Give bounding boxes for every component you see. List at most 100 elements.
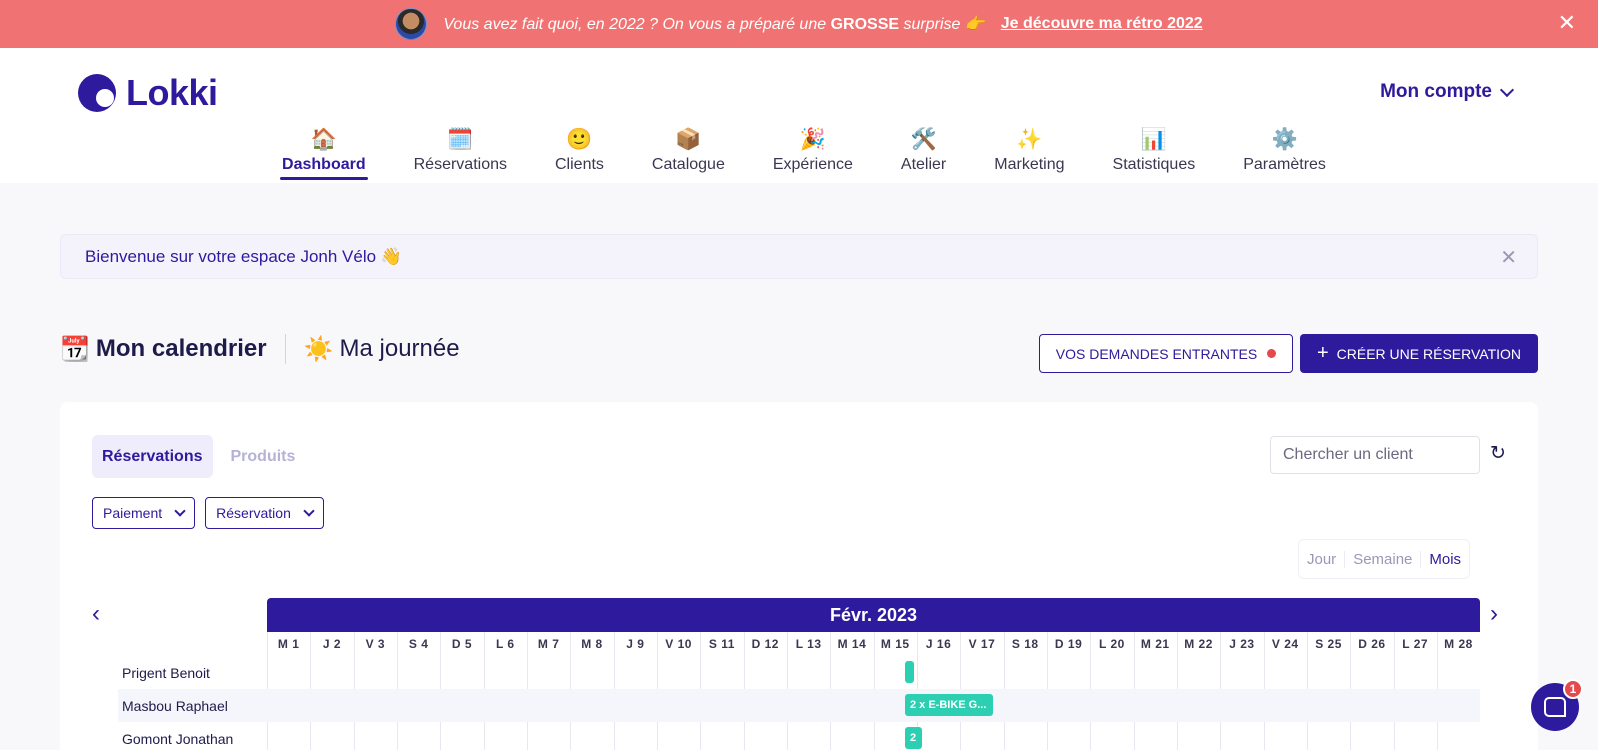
- day-header: M 1: [277, 637, 300, 651]
- client-name[interactable]: Masbou Raphael: [118, 698, 267, 714]
- sparkles-icon: ✨: [1016, 128, 1043, 151]
- create-reservation-button[interactable]: + CRÉER UNE RÉSERVATION: [1300, 334, 1538, 373]
- table-row: Prigent Benoit: [118, 656, 1480, 689]
- nav-item-reservations[interactable]: 🗓️ Réservations: [390, 126, 531, 174]
- reservation-event[interactable]: 2 x E-BIKE G...: [905, 694, 993, 716]
- nav-label: Catalogue: [651, 156, 725, 173]
- chevron-down-icon: [303, 505, 315, 517]
- day-header: L 13: [795, 637, 822, 651]
- page-title: 📆 Mon calendrier: [60, 335, 267, 363]
- nav-item-atelier[interactable]: 🛠️ Atelier: [877, 126, 970, 174]
- party-popper-icon: 🎉: [799, 128, 826, 151]
- chat-badge: 1: [1563, 679, 1583, 699]
- logo-mark-icon: [78, 74, 116, 112]
- tab-products[interactable]: Produits: [221, 435, 306, 478]
- nav-item-statistiques[interactable]: 📊 Statistiques: [1089, 126, 1220, 174]
- table-row: Masbou Raphael 2 x E-BIKE G...: [118, 689, 1480, 722]
- divider: [284, 334, 286, 364]
- welcome-text: Bienvenue sur votre espace Jonh Vélo 👋: [85, 246, 402, 266]
- chevron-down-icon: [174, 505, 186, 517]
- day-header: S 18: [1011, 637, 1039, 651]
- day-header: V 3: [365, 637, 386, 651]
- chevron-right-icon[interactable]: ›: [1490, 600, 1498, 628]
- day-header: V 24: [1271, 637, 1299, 651]
- refresh-icon[interactable]: ↻: [1490, 442, 1506, 465]
- day-header: D 26: [1358, 637, 1386, 651]
- reservation-event[interactable]: [905, 661, 914, 683]
- promo-banner: Vous avez fait quoi, en 2022 ? On vous a…: [0, 0, 1598, 48]
- day-header: D 5: [451, 637, 473, 651]
- payment-filter-dropdown[interactable]: Paiement: [92, 497, 196, 529]
- reservation-filter-dropdown[interactable]: Réservation: [205, 497, 324, 529]
- nav-item-clients[interactable]: 🙂 Clients: [531, 126, 628, 174]
- chat-launcher-button[interactable]: 1: [1531, 679, 1583, 731]
- logo[interactable]: Lokki: [78, 72, 218, 114]
- chevron-left-icon[interactable]: ‹: [92, 600, 100, 628]
- panel-tabs: Réservations Produits: [92, 435, 305, 478]
- day-header: J 2: [322, 637, 342, 651]
- sun-icon: ☀️: [303, 335, 334, 363]
- banner-cta-link[interactable]: Je découvre ma rétro 2022: [1001, 15, 1203, 33]
- table-row: Gomont Jonathan 2: [118, 722, 1480, 750]
- day-header: L 20: [1099, 637, 1125, 651]
- nav-item-catalogue[interactable]: 📦 Catalogue: [628, 126, 749, 174]
- banner-avatar: [395, 8, 428, 40]
- day-header: V 10: [665, 637, 692, 651]
- view-month-button[interactable]: Mois: [1421, 551, 1469, 568]
- nav-label: Réservations: [413, 156, 507, 173]
- nav-item-experience[interactable]: 🎉 Expérience: [749, 126, 877, 174]
- day-header: J 16: [925, 637, 952, 651]
- gear-icon: ⚙️: [1271, 128, 1298, 151]
- chevron-down-icon: [1499, 82, 1515, 97]
- day-header: J 9: [626, 637, 645, 651]
- house-icon: 🏠: [310, 128, 337, 151]
- tab-reservations[interactable]: Réservations: [92, 435, 213, 478]
- day-header: D 12: [751, 637, 779, 651]
- nav-label: Expérience: [772, 156, 853, 173]
- day-header: M 28: [1444, 637, 1473, 651]
- day-header: L 6: [495, 637, 515, 651]
- day-header: L 27: [1402, 637, 1429, 651]
- day-header: M 14: [837, 637, 867, 651]
- calendar-rows: Prigent Benoit Masbou Raphael 2 x E-BIKE…: [118, 656, 1480, 750]
- calendar-panel: Réservations Produits ↻ Paiement Réserva…: [60, 402, 1538, 750]
- tools-icon: 🛠️: [910, 128, 937, 151]
- day-header: V 17: [968, 637, 996, 651]
- day-header: D 19: [1054, 637, 1083, 651]
- nav-label: Clients: [555, 156, 604, 173]
- nav-label: Statistiques: [1112, 156, 1196, 173]
- chat-bubble-icon: [1544, 697, 1566, 717]
- nav-label: Atelier: [900, 156, 947, 173]
- account-menu-button[interactable]: Mon compte: [1380, 81, 1515, 103]
- view-week-button[interactable]: Semaine: [1345, 550, 1422, 568]
- package-icon: 📦: [675, 128, 702, 151]
- calendar-icon: 📆: [60, 335, 90, 363]
- bar-chart-icon: 📊: [1140, 128, 1167, 151]
- filters: Paiement Réservation: [92, 497, 324, 529]
- client-name[interactable]: Prigent Benoit: [118, 665, 267, 681]
- my-day-link[interactable]: ☀️ Ma journée: [304, 335, 460, 364]
- day-header: S 11: [708, 637, 735, 651]
- view-switcher: Jour Semaine Mois: [1298, 539, 1471, 579]
- welcome-alert: Bienvenue sur votre espace Jonh Vélo 👋 ✕: [60, 234, 1538, 279]
- search-client-input[interactable]: [1270, 436, 1480, 474]
- view-day-button[interactable]: Jour: [1299, 550, 1346, 568]
- day-header: M 7: [537, 637, 560, 651]
- notification-dot: [1267, 349, 1277, 358]
- reservation-event[interactable]: 2: [905, 727, 922, 749]
- banner-message: Vous avez fait quoi, en 2022 ? On vous a…: [443, 16, 985, 33]
- day-header: M 8: [581, 637, 603, 651]
- banner-close-icon[interactable]: ✕: [1558, 12, 1576, 34]
- client-name[interactable]: Gomont Jonathan: [118, 731, 267, 747]
- nav-item-parametres[interactable]: ⚙️ Paramètres: [1219, 126, 1350, 174]
- incoming-requests-button[interactable]: VOS DEMANDES ENTRANTES: [1039, 334, 1293, 373]
- day-header: M 22: [1184, 637, 1213, 651]
- header: Lokki Mon compte 🏠 Dashboard 🗓️ Réservat…: [0, 48, 1598, 183]
- day-headers: M 1 J 2 V 3 S 4 D 5 L 6 M 7 M 8 J 9 V 10 S 11 D 12 L…: [267, 632, 1480, 656]
- nav-label: Paramètres: [1243, 156, 1326, 173]
- day-header: J 23: [1229, 637, 1255, 651]
- close-icon[interactable]: ✕: [1500, 245, 1517, 270]
- nav-item-marketing[interactable]: ✨ Marketing: [970, 126, 1088, 174]
- calendar-icon: 🗓️: [447, 128, 474, 151]
- nav-item-dashboard[interactable]: 🏠 Dashboard: [258, 126, 390, 180]
